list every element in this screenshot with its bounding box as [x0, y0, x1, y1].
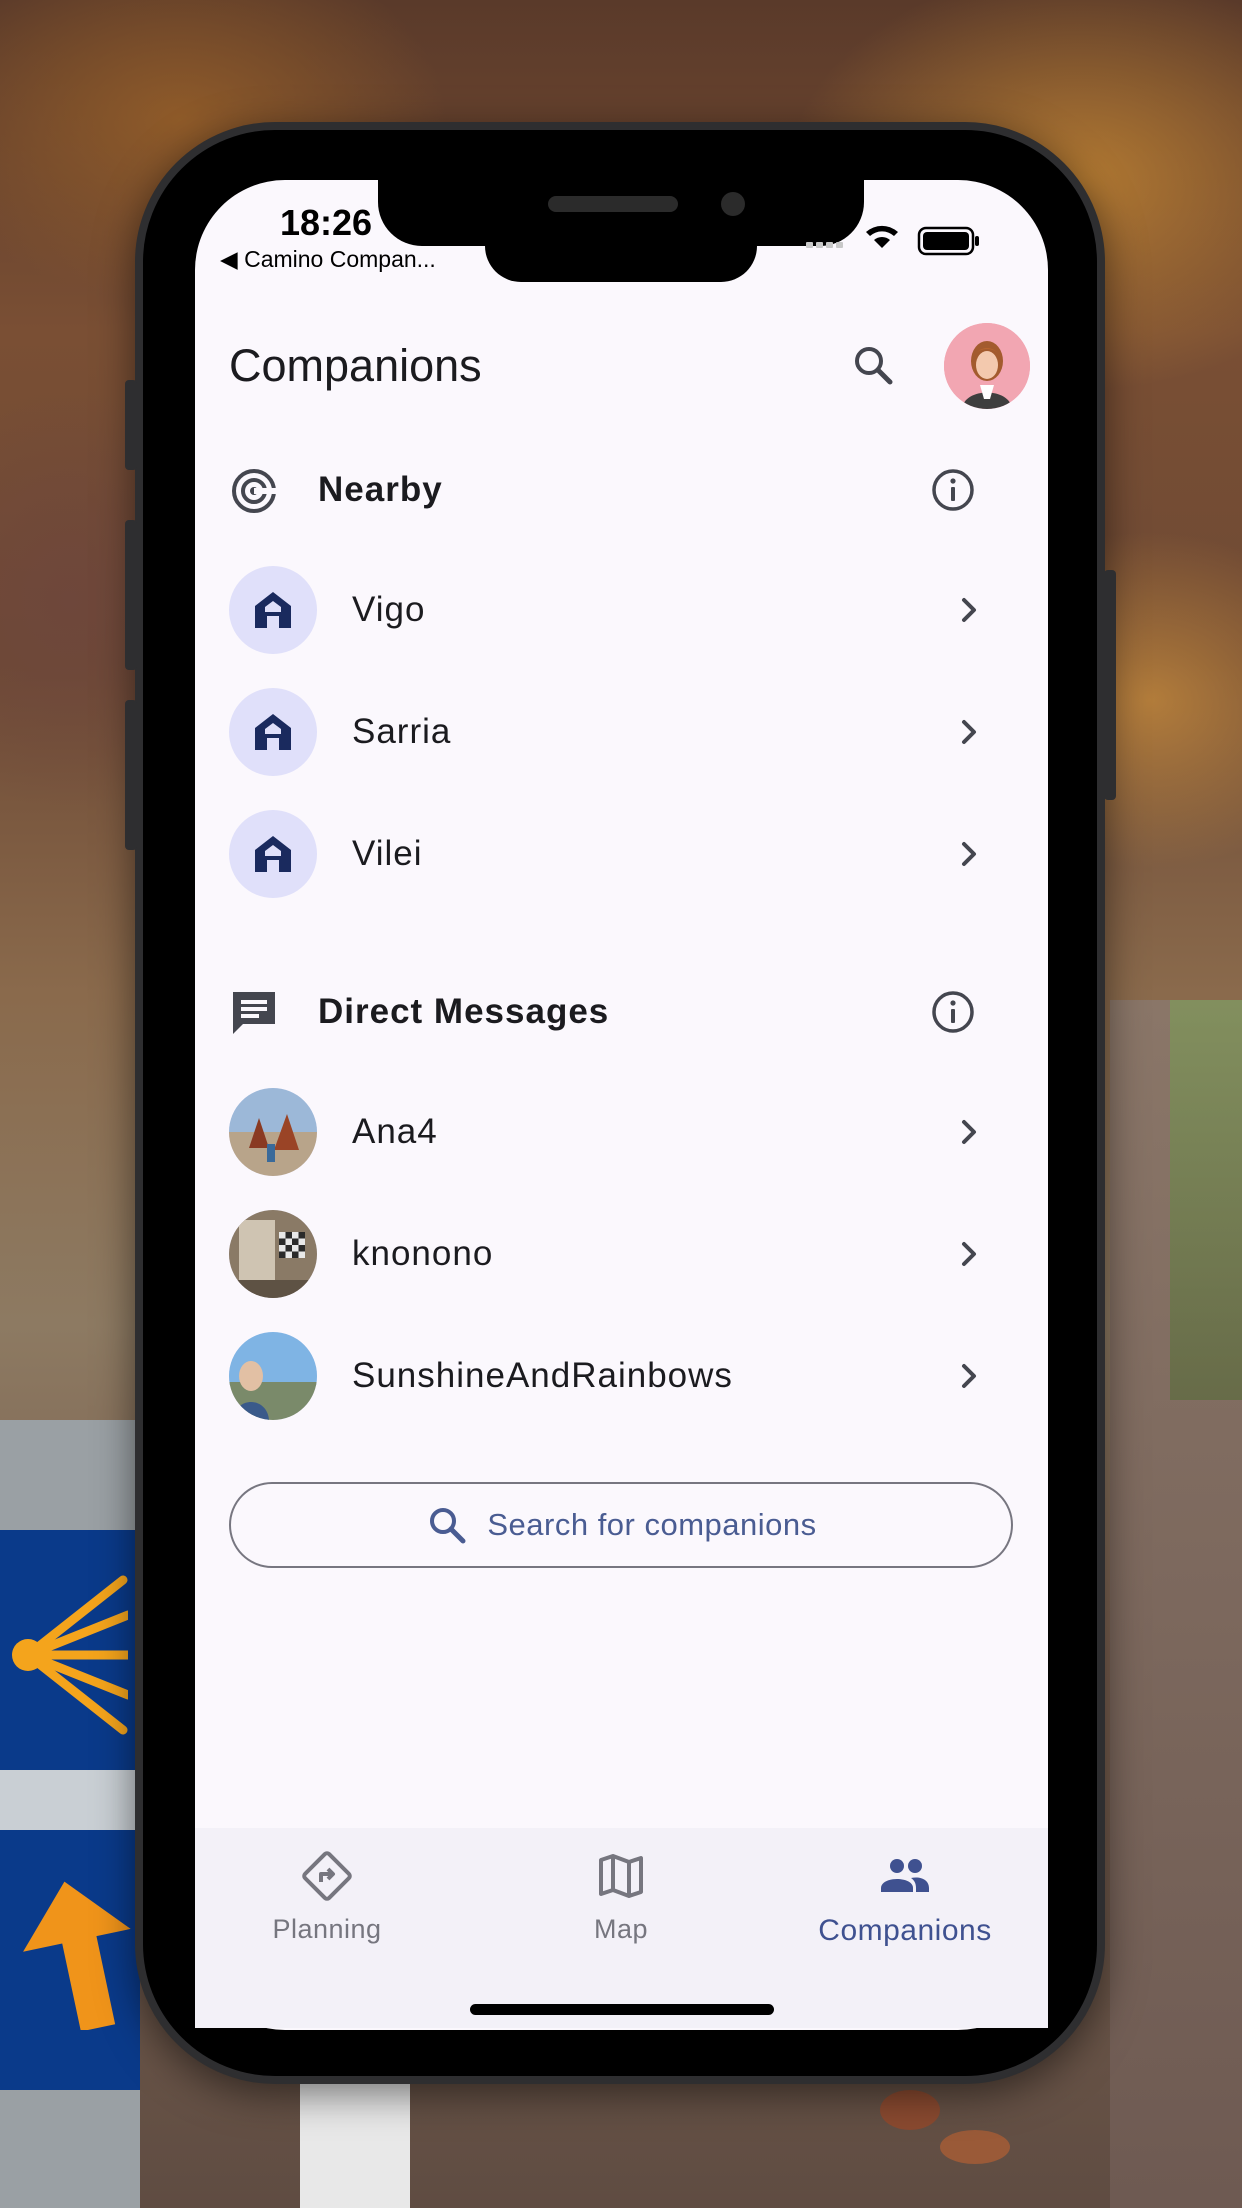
phone-side-button — [125, 700, 137, 850]
user-avatar[interactable] — [944, 323, 1030, 409]
background-marker-stripe — [0, 1770, 140, 1830]
chat-icon — [233, 992, 275, 1034]
status-time: 18:26 — [280, 202, 373, 243]
list-item-label: Ana4 — [352, 1112, 438, 1151]
list-item-label: Vigo — [352, 590, 426, 629]
wifi-icon — [866, 225, 898, 248]
status-icons — [806, 225, 979, 256]
background-grass — [1170, 1000, 1242, 1400]
phone-side-button — [1104, 570, 1116, 800]
phone-side-button — [125, 520, 137, 670]
info-icon[interactable] — [929, 988, 977, 1036]
nav-item-companions[interactable]: Companions — [795, 1848, 1015, 1968]
section-nearby: Nearby — [229, 460, 989, 520]
knonono-avatar — [229, 1210, 317, 1298]
chevron-right-icon — [962, 842, 976, 866]
search-icon — [430, 1508, 466, 1544]
list-item-label: Sarria — [352, 712, 452, 751]
home-icon — [229, 566, 317, 654]
phone-side-button — [125, 380, 137, 470]
list-item-label: SunshineAndRainbows — [352, 1356, 733, 1395]
search-companions-label: Search for companions — [487, 1507, 817, 1542]
nav-item-map[interactable]: Map — [511, 1848, 731, 1968]
cellular-signal-icon — [806, 242, 843, 248]
nav-label: Planning — [272, 1914, 382, 1944]
sunshine-avatar — [229, 1332, 317, 1420]
people-icon — [881, 1859, 929, 1892]
search-companions-button[interactable]: Search for companions — [229, 1482, 1013, 1568]
scallop-shell-icon — [12, 1575, 128, 1735]
route-icon — [302, 1851, 352, 1901]
background-post — [300, 2080, 410, 2208]
background-leaf — [880, 2090, 940, 2130]
chevron-right-icon — [962, 1242, 976, 1266]
section-title-nearby: Nearby — [318, 470, 443, 509]
waymark-arrow-icon — [23, 1881, 131, 2030]
background-leaf — [940, 2130, 1010, 2164]
nearby-item-sarria[interactable]: Sarria — [229, 688, 989, 778]
chevron-right-icon — [962, 598, 976, 622]
radar-icon — [232, 469, 276, 513]
home-icon — [229, 810, 317, 898]
phone-speaker — [548, 196, 678, 212]
nearby-item-vigo[interactable]: Vigo — [229, 566, 989, 656]
chevron-right-icon — [962, 1120, 976, 1144]
ana4-avatar — [229, 1088, 317, 1176]
page-title: Companions — [229, 340, 482, 391]
nearby-item-vilei[interactable]: Vilei — [229, 810, 989, 900]
status-back-to-app[interactable]: ◀ Camino Compan... — [220, 246, 436, 273]
chevron-right-icon — [962, 1364, 976, 1388]
phone-dynamic-notch — [485, 230, 757, 282]
search-icon[interactable] — [848, 340, 900, 392]
nav-label: Companions — [818, 1914, 992, 1947]
list-item-label: knonono — [352, 1234, 494, 1273]
phone-camera — [721, 192, 745, 216]
nav-item-planning[interactable]: Planning — [217, 1848, 437, 1968]
dm-item-sunshineandrainbows[interactable]: SunshineAndRainbows — [229, 1332, 989, 1422]
section-direct-messages: Direct Messages — [229, 982, 989, 1042]
list-item-label: Vilei — [352, 834, 423, 873]
dm-item-ana4[interactable]: Ana4 — [229, 1088, 989, 1178]
map-icon — [599, 1854, 643, 1898]
dm-item-knonono[interactable]: knonono — [229, 1210, 989, 1300]
home-icon — [229, 688, 317, 776]
chevron-right-icon — [962, 720, 976, 744]
info-icon[interactable] — [929, 466, 977, 514]
battery-icon — [917, 226, 979, 256]
bottom-navigation: Planning Map Companions — [195, 1828, 1048, 2028]
section-title-direct-messages: Direct Messages — [318, 992, 610, 1031]
nav-label: Map — [593, 1914, 649, 1944]
home-indicator — [470, 2004, 774, 2015]
